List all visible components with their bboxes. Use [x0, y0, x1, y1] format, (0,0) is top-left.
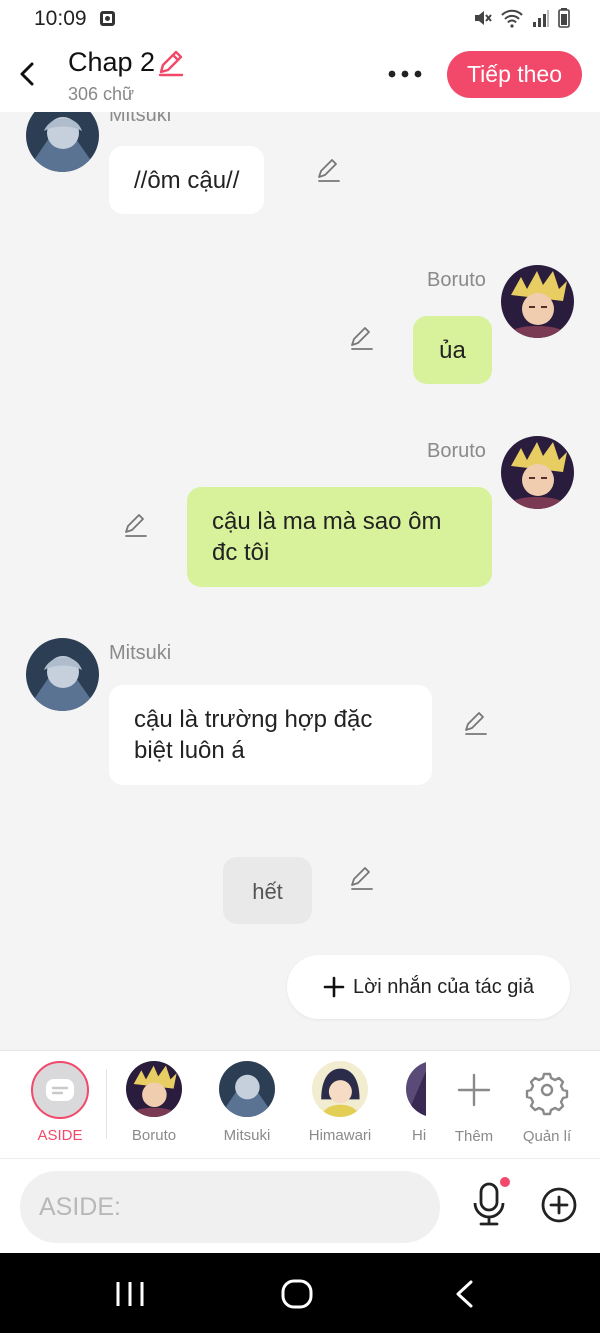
plus-icon	[323, 976, 345, 998]
author-note-label: Lời nhắn của tác giả	[352, 975, 534, 998]
next-button[interactable]: Tiếp theo	[447, 51, 582, 98]
edit-message-icon[interactable]	[122, 512, 150, 540]
signal-icon	[533, 10, 549, 27]
message-bubble[interactable]: ủa	[413, 316, 492, 384]
add-character-button[interactable]: Thêm	[434, 1061, 514, 1145]
character-label: ASIDE	[37, 1127, 83, 1144]
character-label: Himawari	[308, 1127, 372, 1144]
battery-icon	[558, 8, 570, 28]
microphone-icon[interactable]	[470, 1181, 508, 1227]
recording-indicator-dot	[500, 1177, 510, 1187]
character-label: Hi	[412, 1127, 426, 1144]
edit-message-icon[interactable]	[348, 865, 376, 893]
word-count: 306 chữ	[68, 84, 135, 104]
back-arrow-icon[interactable]	[14, 56, 42, 92]
mitsuki-avatar[interactable]	[26, 638, 99, 711]
status-icons	[472, 8, 570, 28]
himawari-avatar	[312, 1061, 368, 1117]
recent-apps-icon[interactable]	[115, 1280, 145, 1308]
message-bubble[interactable]: cậu là trường hợp đặc biệt luôn á	[109, 685, 432, 785]
gear-icon	[525, 1072, 569, 1116]
wifi-icon	[501, 9, 523, 28]
add-circle-icon[interactable]	[540, 1186, 578, 1224]
manage-label: Quản lí	[522, 1128, 572, 1145]
add-label: Thêm	[454, 1128, 494, 1145]
chat-area: Mitsuki //ôm cậu// Boruto ủa Boruto cậu …	[0, 112, 600, 1050]
character-boruto[interactable]: Boruto	[114, 1061, 194, 1144]
message-bubble[interactable]: //ôm cậu//	[109, 146, 265, 214]
more-options-icon[interactable]	[386, 62, 426, 86]
status-bar: 10:09	[0, 0, 600, 38]
system-nav-bar	[0, 1253, 600, 1333]
notification-icon	[100, 11, 115, 26]
sender-name: Boruto	[427, 440, 486, 462]
mute-icon	[475, 11, 492, 25]
edit-title-icon[interactable]	[156, 48, 186, 78]
status-time: 10:09	[34, 7, 87, 30]
input-bar	[0, 1158, 600, 1253]
back-nav-icon[interactable]	[452, 1279, 478, 1309]
mitsuki-avatar[interactable]	[26, 112, 99, 172]
edit-message-icon[interactable]	[348, 325, 376, 353]
message-input[interactable]	[20, 1171, 440, 1243]
boruto-avatar[interactable]	[501, 436, 574, 509]
character-aside[interactable]: ASIDE	[20, 1061, 100, 1144]
character-label: Mitsuki	[223, 1127, 271, 1144]
boruto-avatar	[126, 1061, 182, 1117]
divider	[106, 1069, 107, 1139]
chapter-title: Chap 2	[68, 47, 156, 77]
sender-name: Boruto	[427, 269, 486, 291]
edit-message-icon[interactable]	[462, 710, 490, 738]
character-mitsuki[interactable]: Mitsuki	[207, 1061, 287, 1144]
boruto-avatar[interactable]	[501, 265, 574, 338]
chapter-header: Chap 2 306 chữ Tiếp theo	[0, 38, 600, 112]
mitsuki-avatar	[219, 1061, 275, 1117]
character-himawari[interactable]: Himawari	[300, 1061, 380, 1144]
aside-avatar	[31, 1061, 89, 1119]
edit-message-icon[interactable]	[315, 157, 343, 185]
author-note-button[interactable]: Lời nhắn của tác giả	[287, 955, 570, 1019]
character-bar: ASIDE Boruto Mitsuki Himawari Hi Thêm Qu…	[0, 1050, 600, 1158]
home-icon[interactable]	[280, 1278, 314, 1310]
character-avatar	[406, 1061, 426, 1117]
message-bubble[interactable]: cậu là ma mà sao ôm đc tôi	[187, 487, 492, 587]
sender-name: Mitsuki	[109, 642, 172, 664]
sender-name: Mitsuki	[109, 112, 172, 126]
character-label: Boruto	[131, 1127, 177, 1144]
character-partial[interactable]: Hi	[400, 1061, 426, 1151]
plus-icon	[457, 1073, 491, 1107]
manage-characters-button[interactable]: Quản lí	[507, 1061, 587, 1145]
chat-bubble-icon	[46, 1079, 74, 1101]
narration-bubble[interactable]: hết	[223, 857, 312, 924]
